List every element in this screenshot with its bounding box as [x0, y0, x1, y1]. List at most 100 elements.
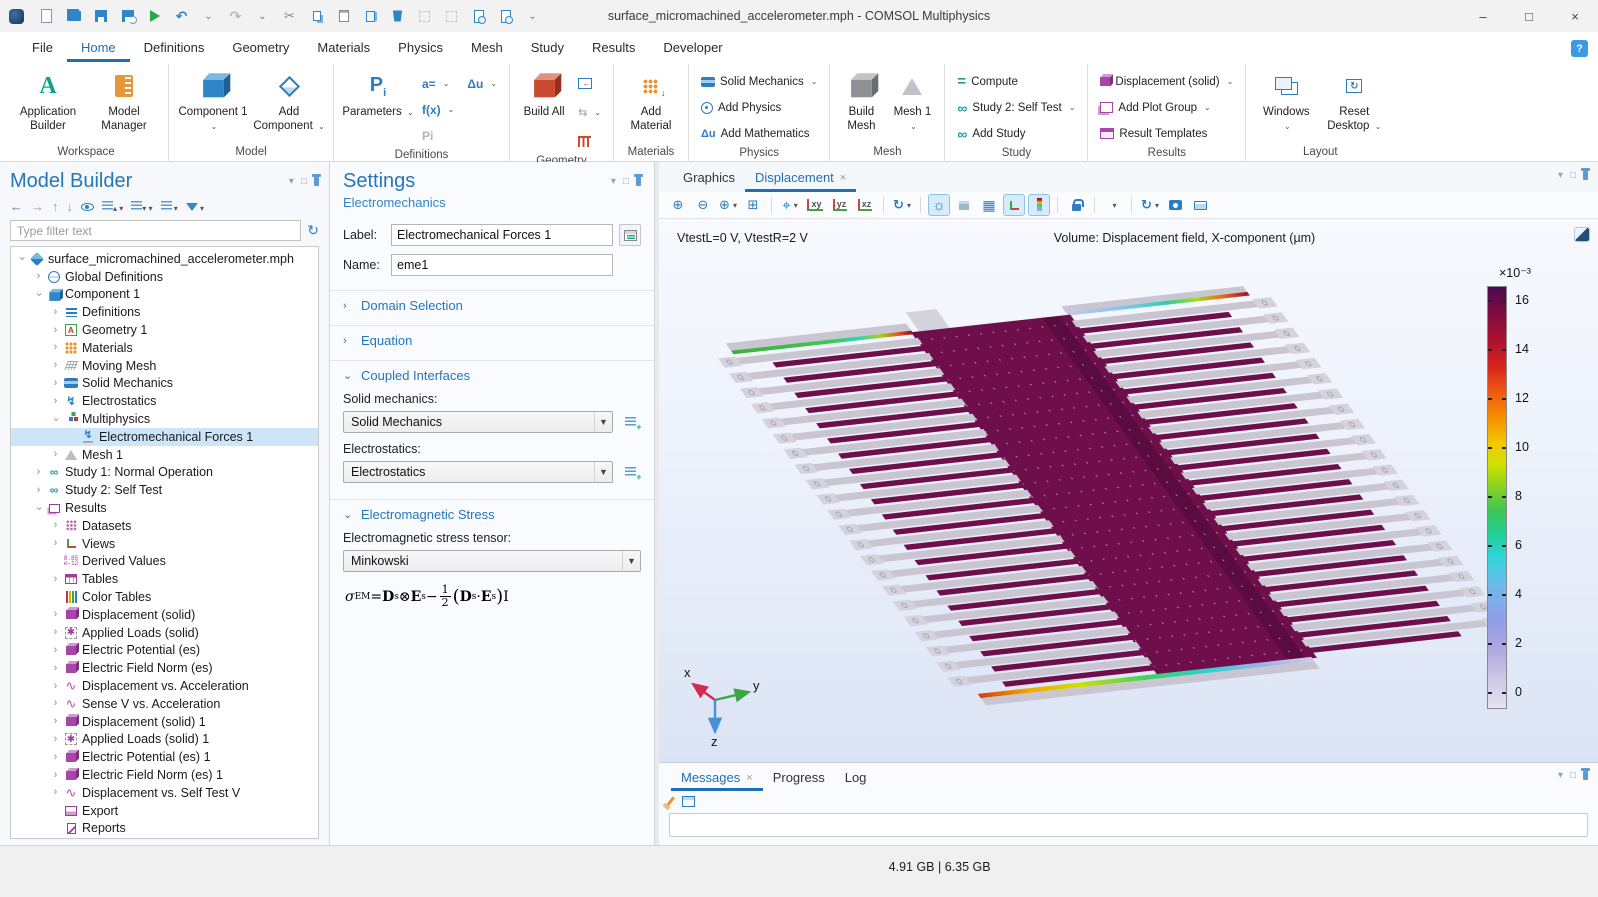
tree-item-reports[interactable]: Reports — [11, 820, 318, 838]
tab-displacement[interactable]: Displacement× — [745, 165, 856, 192]
tree-expander[interactable]: › — [49, 538, 62, 549]
qat-customize-button[interactable] — [520, 4, 545, 28]
section-domain-selection[interactable]: ›Domain Selection — [330, 290, 654, 315]
tree-expander[interactable]: › — [32, 467, 45, 478]
panel-menu-icon[interactable]: ▾ — [1558, 170, 1563, 181]
tree-item-moving-mesh[interactable]: ›Moving Mesh — [11, 357, 318, 375]
solid-mechanics-select[interactable]: Solid Mechanics⌄ — [697, 70, 821, 93]
menu-tab-results[interactable]: Results — [578, 35, 649, 62]
tree-item-mesh-1[interactable]: ›Mesh 1 — [11, 446, 318, 464]
tree-expander[interactable]: › — [49, 716, 62, 727]
snapshot-icon[interactable] — [1164, 194, 1186, 216]
section-coupled-interfaces[interactable]: ⌄Coupled Interfaces Solid mechanics: Sol… — [330, 360, 654, 485]
tree-item-materials[interactable]: ›Materials — [11, 339, 318, 357]
tree-expander[interactable]: › — [49, 609, 62, 620]
tree-item-results[interactable]: ›Results — [11, 499, 318, 517]
menu-tab-geometry[interactable]: Geometry — [218, 35, 303, 62]
tree-expander[interactable]: › — [49, 645, 62, 656]
tree-item-study-2-self-test[interactable]: ›∞Study 2: Self Test — [11, 481, 318, 499]
save-as-button[interactable] — [115, 4, 140, 28]
tree-item-datasets[interactable]: ›Datasets — [11, 517, 318, 535]
expand-all-icon[interactable]: ▾ ▾ — [131, 199, 152, 214]
orientation-icon[interactable] — [1003, 194, 1025, 216]
update-plot-icon[interactable]: ▾ — [1139, 194, 1161, 216]
tab-messages[interactable]: Messages× — [671, 766, 763, 791]
tree-expander[interactable]: › — [49, 360, 62, 371]
zoom-box-icon[interactable]: ▾ — [717, 194, 739, 216]
zoom-extents-icon[interactable] — [742, 194, 764, 216]
panel-pin-icon[interactable] — [314, 177, 319, 186]
tree-item-electric-potential-es-1[interactable]: ›Electric Potential (es) 1 — [11, 748, 318, 766]
tree-item-applied-loads-solid[interactable]: ›✱Applied Loads (solid) — [11, 624, 318, 642]
menu-tab-study[interactable]: Study — [517, 35, 578, 62]
tree-expander[interactable]: › — [49, 449, 62, 460]
image-settings-icon[interactable]: ▾ — [1102, 194, 1124, 216]
tree-expander[interactable]: › — [49, 752, 62, 763]
move-up-icon[interactable]: ↑ — [52, 199, 59, 214]
tree-item-solid-mechanics[interactable]: ›Solid Mechanics — [11, 375, 318, 393]
section-equation[interactable]: ›Equation — [330, 325, 654, 350]
result-templates-button[interactable]: Result Templates — [1096, 122, 1237, 145]
build-all-button[interactable]: Build All — [518, 66, 570, 119]
import-button[interactable] — [574, 72, 605, 95]
tree-expander[interactable]: › — [49, 770, 62, 781]
move-down-icon[interactable]: ↓ — [67, 199, 74, 214]
run-button[interactable] — [142, 4, 167, 28]
tree-item-definitions[interactable]: ›Definitions — [11, 303, 318, 321]
find-button[interactable] — [466, 4, 491, 28]
undo-dropdown-button[interactable] — [196, 4, 221, 28]
displacement-solid-select[interactable]: Displacement (solid)⌄ — [1096, 70, 1237, 93]
plot-area[interactable]: VtestL=0 V, VtestR=2 V Volume: Displacem… — [659, 219, 1598, 762]
component-1-button[interactable]: Component 1 ⌄ — [177, 66, 249, 134]
study-2-select[interactable]: ∞Study 2: Self Test⌄ — [953, 96, 1079, 119]
tree-expander[interactable]: › — [32, 485, 45, 496]
menu-tab-developer[interactable]: Developer — [649, 35, 736, 62]
add-physics-button[interactable]: Add Physics — [697, 96, 821, 119]
variables-button[interactable]: a=⌄ — [418, 72, 453, 95]
tree-item-electric-field-norm-es-1[interactable]: ›Electric Field Norm (es) 1 — [11, 766, 318, 784]
redo-dropdown-button[interactable] — [250, 4, 275, 28]
cut-button[interactable] — [277, 4, 302, 28]
tree-item-geometry-1[interactable]: ›AGeometry 1 — [11, 321, 318, 339]
undo-button[interactable] — [169, 4, 194, 28]
panel-pin-icon[interactable] — [1583, 771, 1588, 780]
panel-float-icon[interactable]: □ — [623, 176, 629, 187]
add-study-button[interactable]: ∞Add Study — [953, 122, 1079, 145]
node-text-icon[interactable]: ▾ — [161, 199, 178, 214]
mesh-1-button[interactable]: Mesh 1 ⌄ — [888, 66, 936, 134]
tree-item-tables[interactable]: ›Tables — [11, 570, 318, 588]
panel-pin-icon[interactable] — [1583, 171, 1588, 180]
tree-filter-input[interactable] — [10, 220, 301, 241]
add-solid-mechanics-button[interactable] — [619, 411, 641, 433]
tree-item-color-tables[interactable]: Color Tables — [11, 588, 318, 606]
tree-item-component-1[interactable]: ›Component 1 — [11, 286, 318, 304]
tree-expander[interactable]: › — [16, 252, 27, 265]
panel-menu-icon[interactable]: ▾ — [1558, 770, 1563, 781]
tree-expander[interactable]: › — [49, 787, 62, 798]
rotate-icon[interactable]: ▾ — [891, 194, 913, 216]
close-tab-icon[interactable]: × — [840, 172, 846, 184]
menu-tab-file[interactable]: File — [18, 35, 67, 62]
solid-mechanics-dropdown[interactable]: Solid Mechanics▼ — [343, 411, 613, 433]
tree-expander[interactable]: › — [50, 413, 61, 426]
scene-light-icon[interactable] — [928, 194, 950, 216]
tree-expander[interactable]: › — [49, 698, 62, 709]
tree-item-sense-v-vs-acceleration[interactable]: ›∿Sense V vs. Acceleration — [11, 695, 318, 713]
add-plot-group-button[interactable]: Add Plot Group⌄ — [1096, 96, 1237, 119]
color-legend-icon[interactable] — [1028, 194, 1050, 216]
tree-expander[interactable]: › — [49, 734, 62, 745]
tree-expander[interactable]: › — [49, 663, 62, 674]
stress-tensor-dropdown[interactable]: Minkowski▼ — [343, 550, 641, 572]
refresh-icon[interactable]: ↻ — [307, 222, 319, 239]
rename-button[interactable] — [619, 224, 641, 246]
view-lock-icon[interactable] — [1065, 194, 1087, 216]
redo-button[interactable] — [223, 4, 248, 28]
parameter-case-button[interactable]: Pi — [418, 124, 501, 147]
select-box-button[interactable] — [412, 4, 437, 28]
parameters-button[interactable]: Pi Parameters ⌄ — [342, 66, 414, 119]
print-icon[interactable] — [1189, 194, 1211, 216]
model-manager-button[interactable]: Model Manager — [88, 66, 160, 134]
copy-button[interactable] — [304, 4, 329, 28]
paste-button[interactable] — [331, 4, 356, 28]
tree-item-global-definitions[interactable]: ›Global Definitions — [11, 268, 318, 286]
